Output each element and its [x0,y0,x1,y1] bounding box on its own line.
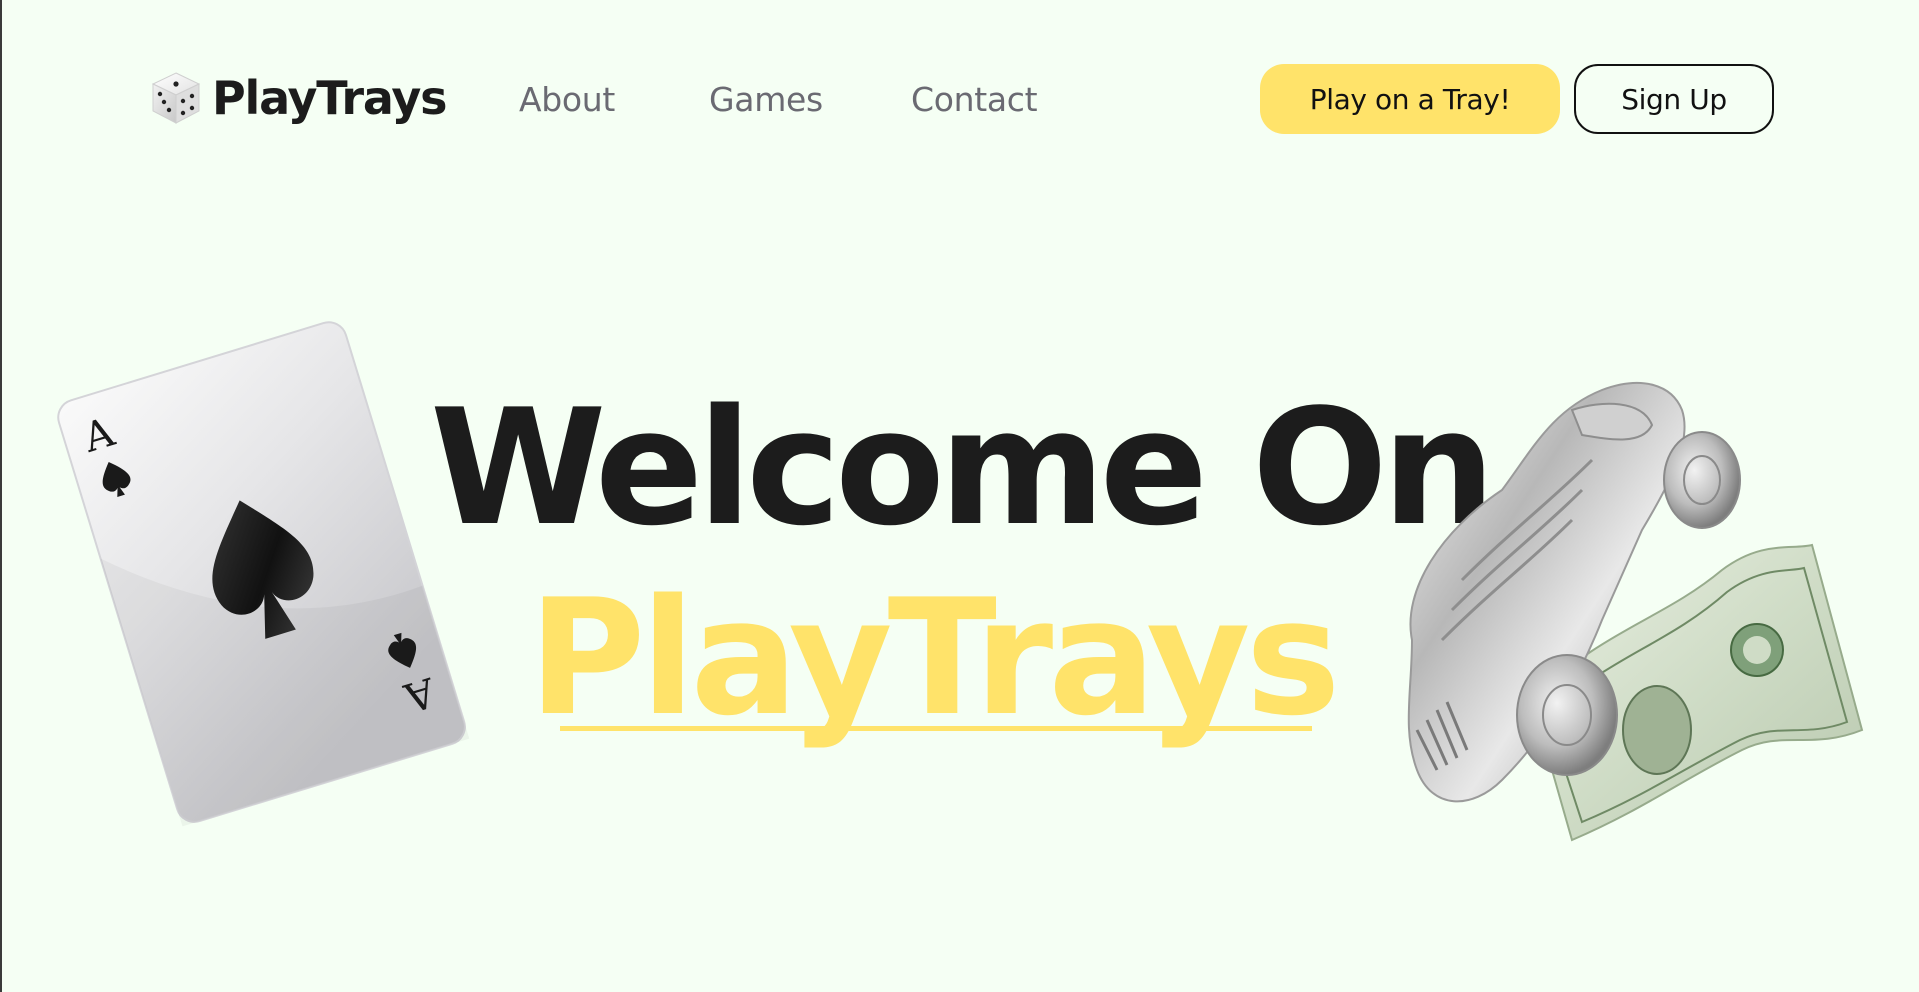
ace-of-spades-card: A A [32,315,472,835]
sign-up-button[interactable]: Sign Up [1574,64,1774,134]
hero-underline [560,726,1312,731]
dice-icon [150,70,202,126]
nav-link-about[interactable]: About [519,80,615,119]
hero-heading: Welcome On [430,374,1496,561]
car-and-money-illustration [1342,370,1882,850]
play-on-tray-button[interactable]: Play on a Tray! [1260,64,1560,134]
top-navigation: PlayTrays About Games Contact Play on a … [2,0,1919,200]
brand-name: PlayTrays [212,71,447,125]
hero-brand-highlight: PlayTrays [528,564,1341,751]
brand-logo[interactable]: PlayTrays [150,70,447,126]
nav-link-contact[interactable]: Contact [911,80,1038,119]
nav-link-games[interactable]: Games [709,80,823,119]
